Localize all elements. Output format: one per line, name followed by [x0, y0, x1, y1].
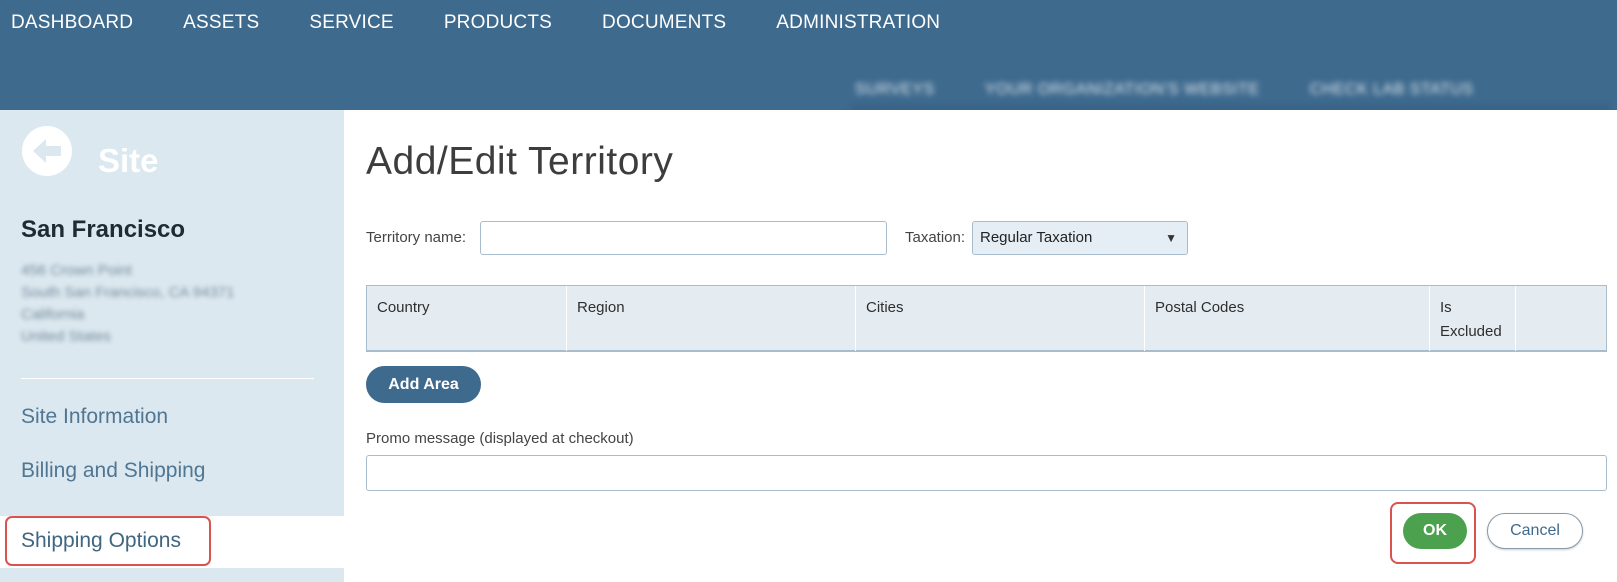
address-line: California — [21, 306, 85, 323]
nav-administration[interactable]: ADMINISTRATION — [776, 12, 940, 34]
column-header-is-excluded: Is Excluded — [1430, 286, 1516, 351]
column-header-actions — [1516, 286, 1606, 351]
nav-products[interactable]: PRODUCTS — [444, 12, 552, 34]
territory-name-input[interactable] — [480, 221, 887, 255]
address-line: United States — [21, 328, 112, 345]
top-navigation-bar: DASHBOARD ASSETS SERVICE PRODUCTS DOCUME… — [0, 0, 1617, 112]
sidebar-item-billing-shipping[interactable]: Billing and Shipping — [21, 459, 205, 483]
column-header-cities: Cities — [856, 286, 1145, 351]
nav-service[interactable]: SERVICE — [309, 12, 393, 34]
promo-message-input[interactable] — [366, 455, 1607, 491]
subnav-check-lab-status[interactable]: CHECK LAB STATUS — [1310, 81, 1474, 99]
territory-name-label: Territory name: — [366, 229, 467, 246]
site-name: San Francisco — [21, 216, 186, 243]
taxation-select[interactable]: Regular Taxation ▼ — [972, 221, 1188, 255]
cancel-button[interactable]: Cancel — [1487, 513, 1583, 549]
taxation-label: Taxation: — [905, 229, 966, 246]
address-line: South San Francisco, CA 94371 — [21, 284, 235, 301]
nav-documents[interactable]: DOCUMENTS — [602, 12, 726, 34]
column-header-postal-codes: Postal Codes — [1145, 286, 1430, 351]
sidebar: Site San Francisco 456 Crown Point South… — [0, 110, 344, 582]
column-header-region: Region — [567, 286, 856, 351]
address-line: 456 Crown Point — [21, 262, 132, 279]
arrow-left-circle-icon — [33, 139, 61, 163]
main-nav: DASHBOARD ASSETS SERVICE PRODUCTS DOCUME… — [11, 12, 990, 34]
add-area-button[interactable]: Add Area — [366, 366, 481, 403]
ok-button[interactable]: OK — [1403, 513, 1467, 549]
chevron-down-icon: ▼ — [1165, 231, 1177, 245]
section-label: Site — [98, 142, 159, 179]
column-header-country: Country — [367, 286, 567, 351]
sub-nav: SURVEYS YOUR ORGANIZATION'S WEBSITE CHEC… — [855, 70, 1617, 110]
nav-assets[interactable]: ASSETS — [183, 12, 259, 34]
promo-message-label: Promo message (displayed at checkout) — [366, 430, 634, 447]
nav-dashboard[interactable]: DASHBOARD — [11, 12, 133, 34]
sidebar-item-site-information[interactable]: Site Information — [21, 405, 168, 429]
subnav-surveys[interactable]: SURVEYS — [855, 81, 935, 99]
site-address: 456 Crown Point South San Francisco, CA … — [21, 260, 234, 348]
back-button[interactable] — [22, 126, 72, 176]
main-content: Add/Edit Territory Territory name: Taxat… — [344, 110, 1617, 582]
areas-table-header: Country Region Cities Postal Codes Is Ex… — [366, 285, 1607, 352]
sidebar-item-shipping-options[interactable]: Shipping Options — [5, 516, 211, 566]
sidebar-divider — [21, 378, 314, 379]
page-title: Add/Edit Territory — [366, 140, 674, 183]
subnav-organization-website[interactable]: YOUR ORGANIZATION'S WEBSITE — [985, 81, 1260, 99]
taxation-value: Regular Taxation — [980, 229, 1093, 246]
